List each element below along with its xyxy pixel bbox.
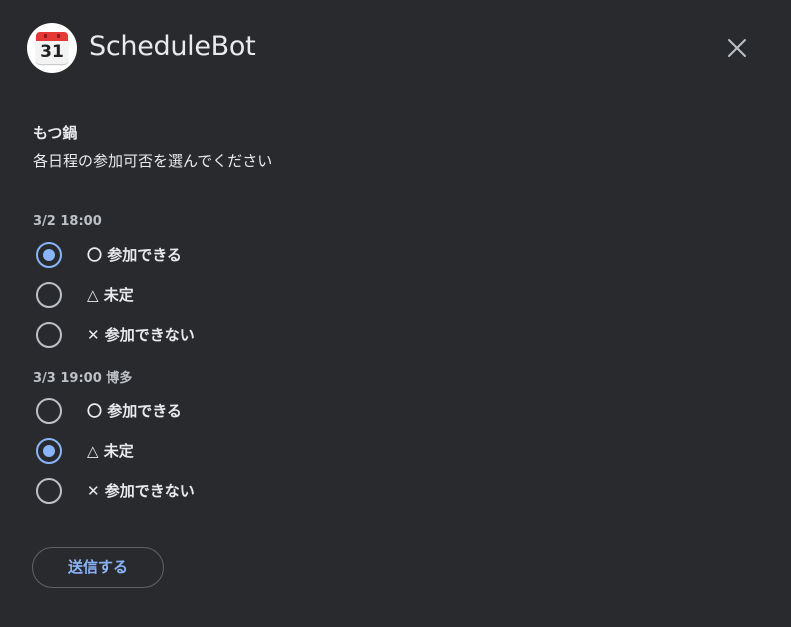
- option-g2-decline[interactable]: ✕ 参加できない: [36, 476, 296, 506]
- calendar-header-bar: [36, 32, 68, 41]
- date-label-1: 3/2 18:00: [33, 214, 102, 229]
- radio-button-selected[interactable]: [36, 438, 62, 464]
- option-label: △ 未定: [87, 286, 134, 304]
- radio-button[interactable]: [36, 478, 62, 504]
- dialog-header: 31 ScheduleBot: [0, 0, 791, 96]
- option-label: 〇 参加できる: [87, 246, 182, 264]
- bot-avatar: 31: [27, 23, 77, 73]
- radio-button[interactable]: [36, 398, 62, 424]
- close-icon: [728, 39, 746, 57]
- calendar-icon: 31: [36, 32, 68, 64]
- option-label: △ 未定: [87, 442, 134, 460]
- date-label-2: 3/3 19:00 博多: [33, 371, 133, 386]
- form-description: 各日程の参加可否を選んでください: [33, 152, 273, 170]
- close-button[interactable]: [722, 33, 752, 63]
- option-label: 〇 参加できる: [87, 402, 182, 420]
- option-label: ✕ 参加できない: [87, 482, 195, 500]
- option-g2-attend[interactable]: 〇 参加できる: [36, 396, 296, 426]
- calendar-day-number: 31: [40, 42, 64, 62]
- radio-button-selected[interactable]: [36, 242, 62, 268]
- option-label: ✕ 参加できない: [87, 326, 195, 344]
- radio-button[interactable]: [36, 282, 62, 308]
- option-g1-attend[interactable]: 〇 参加できる: [36, 240, 296, 270]
- option-g2-undecided[interactable]: △ 未定: [36, 436, 296, 466]
- radio-button[interactable]: [36, 322, 62, 348]
- option-g1-undecided[interactable]: △ 未定: [36, 280, 296, 310]
- submit-button[interactable]: 送信する: [32, 547, 164, 588]
- app-title: ScheduleBot: [89, 31, 256, 62]
- form-title: もつ鍋: [33, 124, 78, 142]
- option-g1-decline[interactable]: ✕ 参加できない: [36, 320, 296, 350]
